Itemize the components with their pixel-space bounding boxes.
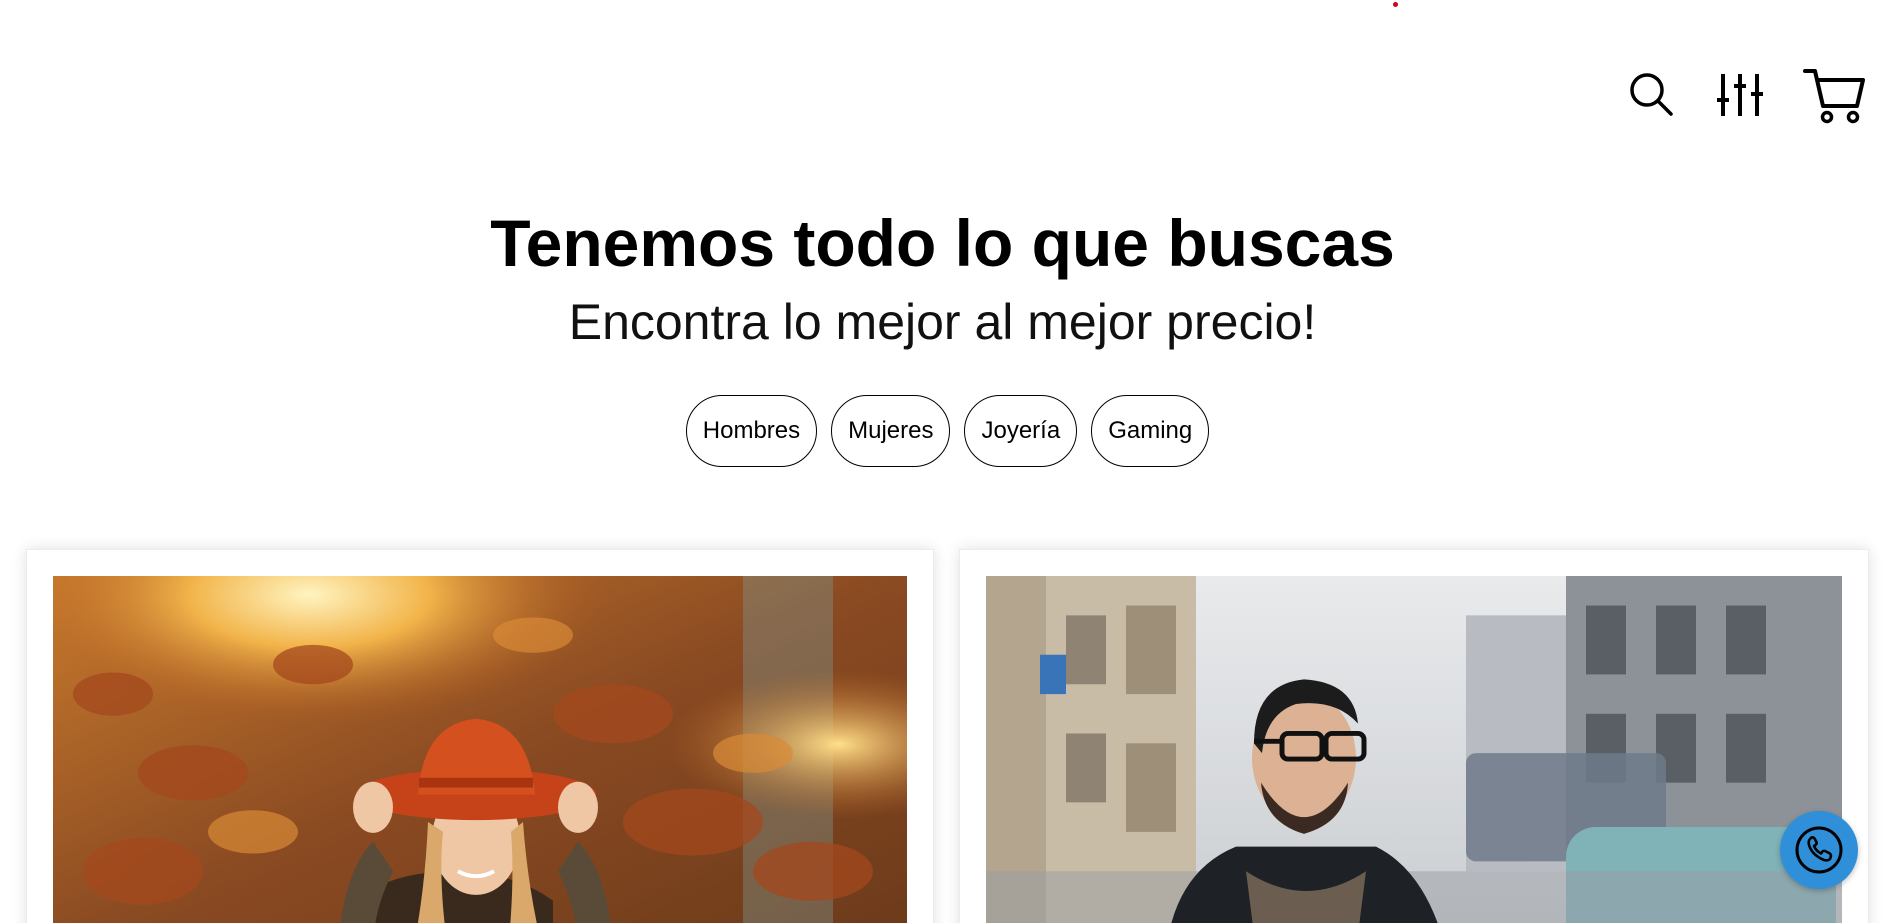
category-pill-mujeres[interactable]: Mujeres bbox=[831, 395, 951, 467]
category-pill-hombres[interactable]: Hombres bbox=[685, 395, 818, 467]
search-icon[interactable] bbox=[1627, 70, 1677, 125]
woman-orange-hat-autumn-photo bbox=[53, 576, 907, 923]
category-pill-gaming[interactable]: Gaming bbox=[1091, 395, 1210, 467]
hero-title: Tenemos todo lo que buscas bbox=[490, 206, 1395, 280]
hero-subtitle: Encontra lo mejor al mejor precio! bbox=[568, 294, 1317, 350]
phone-icon bbox=[1795, 826, 1843, 874]
man-glasses-city-street-photo bbox=[986, 576, 1842, 923]
page: Tenemos todo lo que buscas Encontra lo m… bbox=[0, 0, 1885, 923]
red-dot-indicator bbox=[1393, 2, 1398, 7]
header-actions bbox=[1627, 66, 1867, 129]
filter-sliders-icon[interactable] bbox=[1715, 70, 1765, 125]
product-card[interactable] bbox=[959, 549, 1869, 923]
category-filters: Hombres Mujeres Joyería Gaming bbox=[0, 395, 1885, 467]
hero-section: Tenemos todo lo que buscas Encontra lo m… bbox=[0, 200, 1885, 358]
call-button[interactable] bbox=[1780, 811, 1858, 889]
product-card[interactable] bbox=[26, 549, 934, 923]
cart-icon[interactable] bbox=[1803, 66, 1867, 129]
category-pill-joyeria[interactable]: Joyería bbox=[964, 395, 1078, 467]
